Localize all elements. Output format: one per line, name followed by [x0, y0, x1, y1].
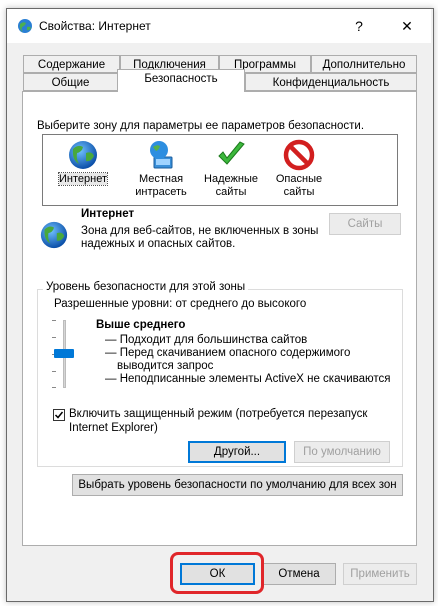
zone-list: Интернет Местная интрасеть Надежные сайт… — [42, 134, 398, 206]
ok-highlight-annotation — [170, 552, 264, 594]
title-bar: Свойства: Интернет ? ✕ — [7, 9, 431, 43]
close-button[interactable]: ✕ — [385, 9, 429, 43]
intranet-icon — [150, 141, 173, 169]
slider-thumb[interactable] — [54, 349, 74, 358]
zone-trusted-sites[interactable]: Надежные сайты — [193, 135, 269, 205]
selected-zone-desc-2: надежных и опасных сайтов. — [81, 238, 236, 250]
forbidden-icon — [283, 139, 315, 171]
zone-trusted-line1: Надежные — [204, 173, 258, 185]
checkbox-check-icon — [54, 411, 64, 419]
level-bullet-2: — Перед скачиванием опасного содержимого — [105, 347, 351, 359]
zone-restricted-line1: Опасные — [275, 173, 323, 185]
zone-restricted-line2: сайты — [283, 186, 315, 198]
internet-options-icon — [17, 18, 33, 37]
level-bullet-1: — Подходит для большинства сайтов — [105, 334, 308, 346]
protected-mode-label-2: Internet Explorer) — [69, 422, 158, 434]
tab-content[interactable]: Содержание — [23, 55, 120, 73]
window-title: Свойства: Интернет — [39, 19, 151, 33]
tab-general[interactable]: Общие — [23, 73, 118, 91]
selected-zone-globe-icon — [39, 220, 69, 253]
tab-privacy[interactable]: Конфиденциальность — [245, 73, 417, 91]
apply-button[interactable]: Применить — [343, 563, 417, 585]
protected-mode-checkbox[interactable] — [53, 409, 65, 421]
zone-internet[interactable]: Интернет — [45, 135, 121, 205]
tab-advanced[interactable]: Дополнительно — [311, 55, 417, 73]
zone-trusted-line2: сайты — [215, 186, 247, 198]
globe-icon — [69, 141, 97, 169]
reset-all-zones-button[interactable]: Выбрать уровень безопасности по умолчани… — [72, 474, 403, 496]
sites-button[interactable]: Сайты — [329, 213, 401, 235]
zone-intranet-line1: Местная — [138, 173, 184, 185]
protected-mode-label-1: Включить защищенный режим (потребуется п… — [69, 408, 368, 420]
zone-internet-label: Интернет — [58, 172, 108, 186]
default-level-button[interactable]: По умолчанию — [294, 441, 390, 463]
security-level-group-title: Уровень безопасности для этой зоны — [43, 281, 249, 293]
checkmark-icon — [218, 141, 245, 165]
selected-zone-name: Интернет — [81, 208, 135, 220]
zone-restricted-sites[interactable]: Опасные сайты — [261, 135, 337, 205]
tab-security[interactable]: Безопасность — [117, 69, 245, 92]
cancel-button[interactable]: Отмена — [262, 563, 336, 585]
zone-local-intranet[interactable]: Местная интрасеть — [123, 135, 199, 205]
security-level-slider[interactable] — [52, 318, 78, 390]
level-bullet-3: — Неподписанные элементы ActiveX не скач… — [105, 373, 391, 385]
level-bullet-2-cont: выводится запрос — [117, 360, 214, 372]
zone-prompt: Выберите зону для параметры ее параметро… — [37, 120, 365, 132]
custom-level-button[interactable]: Другой... — [188, 441, 286, 463]
allowed-levels-text: Разрешенные уровни: от среднего до высок… — [54, 298, 307, 310]
selected-zone-desc-1: Зона для веб-сайтов, не включенных в зон… — [81, 225, 319, 237]
help-button[interactable]: ? — [337, 9, 381, 43]
zone-intranet-line2: интрасеть — [135, 186, 187, 198]
security-level-name: Выше среднего — [96, 319, 186, 331]
